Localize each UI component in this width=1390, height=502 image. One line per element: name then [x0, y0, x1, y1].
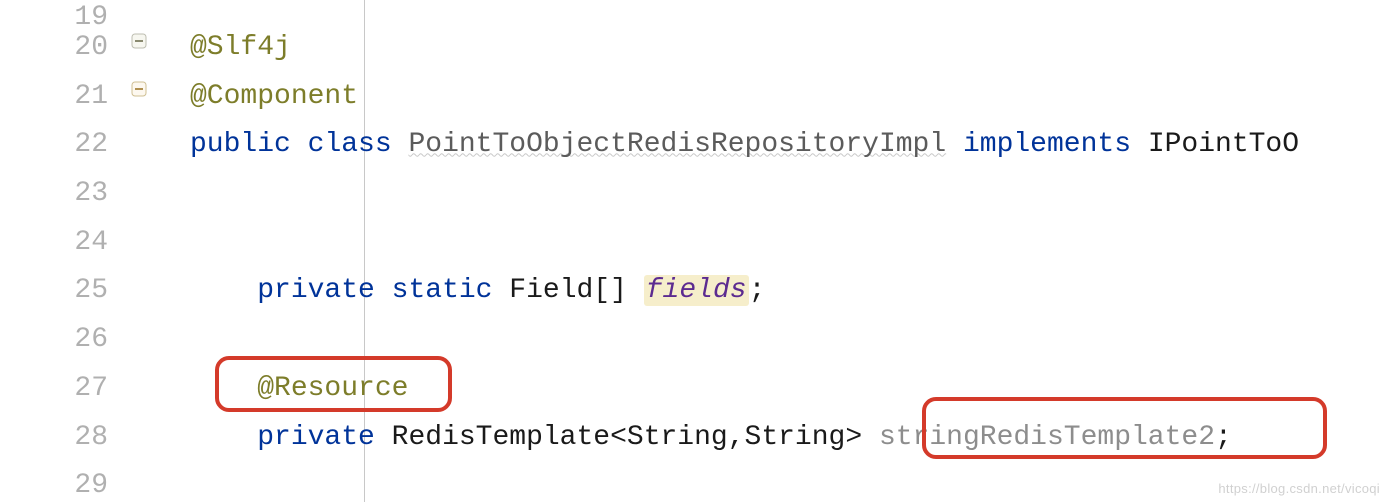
annotation: @Slf4j	[190, 32, 291, 63]
code-line[interactable]	[190, 316, 1390, 365]
code-editor[interactable]: 19 20 21 22 23 24 25 26 27 28 29	[0, 0, 1390, 502]
type-name: Field[]	[509, 275, 627, 306]
code-line[interactable]	[190, 0, 1390, 24]
keyword-class: class	[308, 129, 392, 160]
type-name: RedisTemplate<String,String>	[392, 422, 862, 453]
keyword-static: static	[392, 275, 493, 306]
field-name: fields	[646, 275, 747, 306]
line-number-gutter: 19 20 21 22 23 24 25 26 27 28 29	[0, 0, 130, 502]
annotation-resource: @Resource	[257, 373, 408, 404]
code-line[interactable]: @Component	[190, 73, 1390, 122]
keyword-implements: implements	[963, 129, 1131, 160]
keyword-private: private	[257, 275, 375, 306]
line-number: 28	[0, 414, 130, 463]
annotation: @Component	[190, 81, 358, 112]
semicolon: ;	[1215, 422, 1232, 453]
line-number: 20	[0, 24, 130, 73]
line-number: 27	[0, 365, 130, 414]
fold-class-icon[interactable]	[130, 80, 150, 100]
code-line[interactable]: private static Field[] fields;	[190, 267, 1390, 316]
fold-collapse-icon[interactable]	[130, 32, 150, 52]
field-name-unused: stringRedisTemplate2	[879, 422, 1215, 453]
code-line[interactable]: @Slf4j	[190, 24, 1390, 73]
class-name: PointToObjectRedisRepositoryImpl	[408, 129, 946, 160]
line-number: 22	[0, 121, 130, 170]
line-number: 23	[0, 170, 130, 219]
interface-name: IPointToO	[1148, 129, 1299, 160]
semicolon: ;	[749, 275, 766, 306]
line-number: 21	[0, 73, 130, 122]
line-number: 26	[0, 316, 130, 365]
code-line[interactable]: private RedisTemplate<String,String> str…	[190, 414, 1390, 463]
line-number: 29	[0, 462, 130, 502]
line-number: 19	[0, 0, 130, 24]
code-line[interactable]	[190, 219, 1390, 268]
line-number: 24	[0, 219, 130, 268]
code-line[interactable]: public class PointToObjectRedisRepositor…	[190, 121, 1390, 170]
keyword-public: public	[190, 129, 291, 160]
fold-bar	[130, 0, 182, 502]
line-number: 25	[0, 267, 130, 316]
keyword-private: private	[257, 422, 375, 453]
code-area[interactable]: @Slf4j @Component public class PointToOb…	[182, 0, 1390, 502]
code-line[interactable]: @Resource	[190, 365, 1390, 414]
code-line[interactable]	[190, 170, 1390, 219]
code-line[interactable]	[190, 462, 1390, 502]
watermark: https://blog.csdn.net/vicoqi	[1218, 481, 1380, 496]
